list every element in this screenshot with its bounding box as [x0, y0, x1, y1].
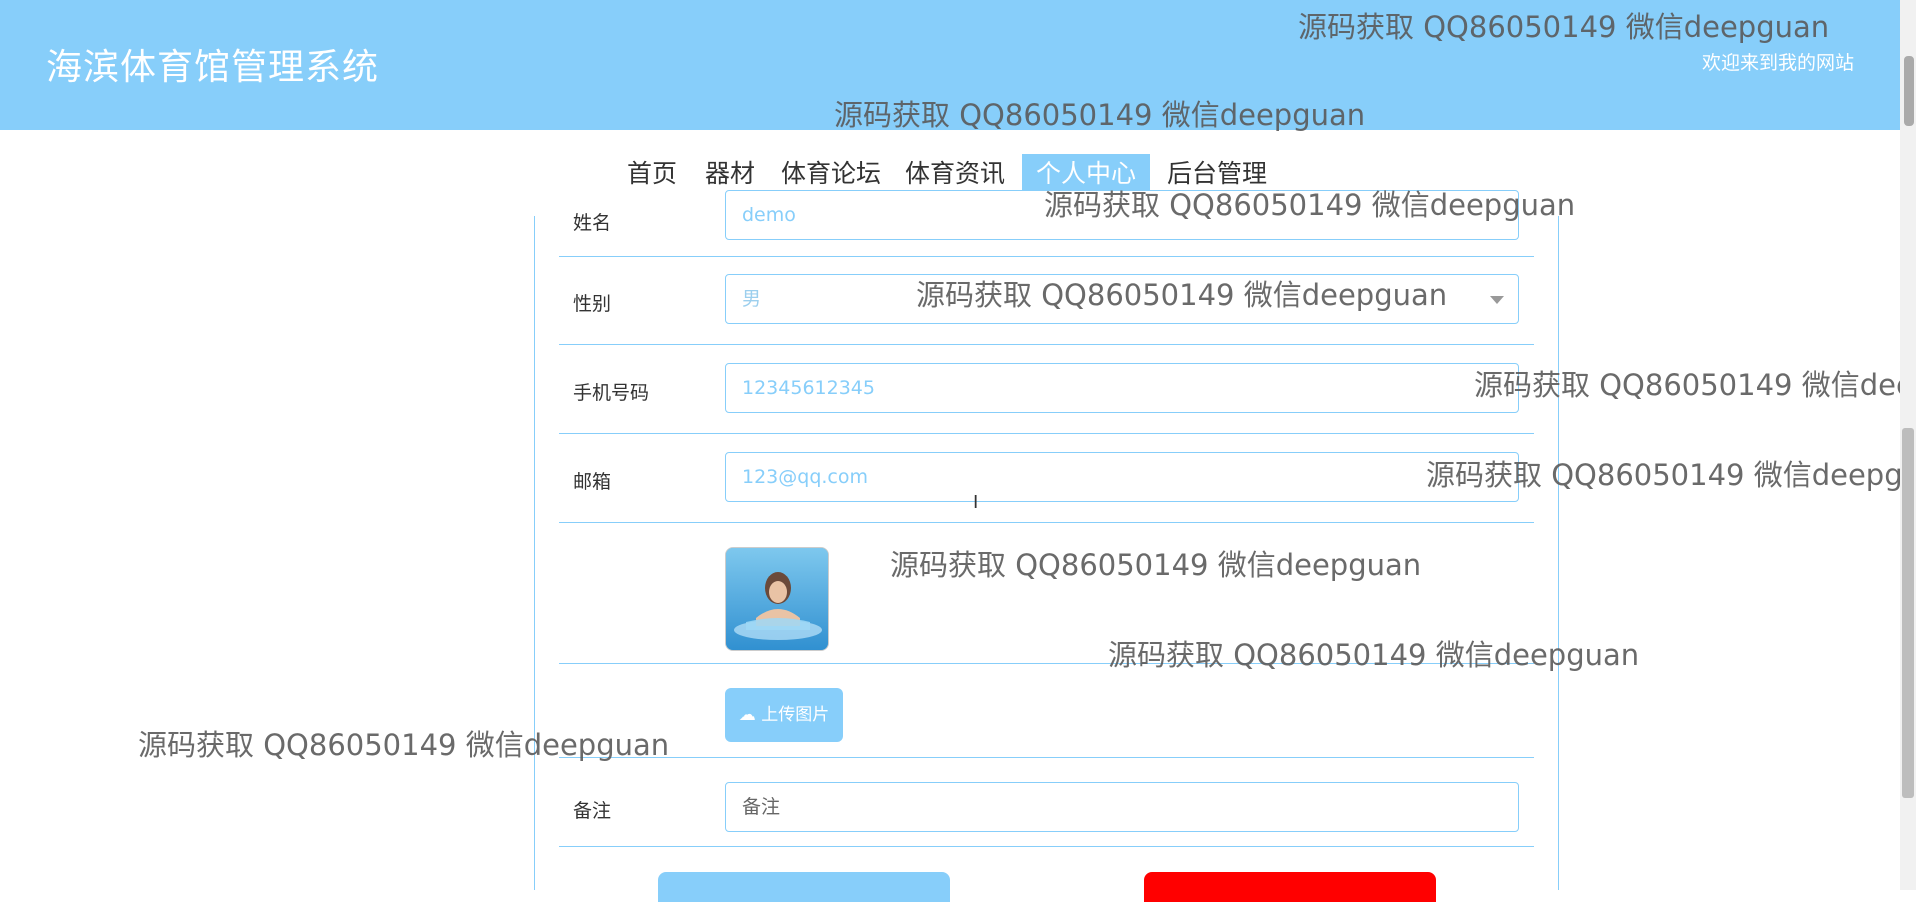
welcome-text: 欢迎来到我的网站	[1701, 52, 1854, 74]
phone-label: 手机号码	[573, 382, 650, 404]
remark-label: 备注	[573, 800, 612, 822]
email-label: 邮箱	[573, 471, 612, 493]
gender-label: 性别	[573, 293, 612, 315]
page-scrollbar[interactable]	[1900, 0, 1916, 890]
name-field[interactable]: demo	[725, 190, 1519, 240]
upload-button-label: 上传图片	[761, 705, 830, 725]
logout-button[interactable]	[1144, 872, 1436, 902]
scroll-indicator	[1904, 56, 1914, 126]
scroll-thumb[interactable]	[1902, 428, 1914, 798]
form-row-email: 邮箱 123@qq.com	[559, 434, 1534, 523]
submit-button[interactable]	[658, 872, 950, 902]
phone-field[interactable]: 12345612345	[725, 363, 1519, 413]
form-row-upload: ☁ 上传图片	[559, 664, 1534, 758]
gender-value: 男	[742, 288, 762, 310]
remark-field[interactable]: 备注	[725, 782, 1519, 832]
upload-image-button[interactable]: ☁ 上传图片	[725, 688, 843, 742]
form-row-gender: 性别 男	[559, 256, 1534, 345]
email-field[interactable]: 123@qq.com	[725, 452, 1519, 502]
name-label: 姓名	[573, 212, 612, 234]
site-title: 海滨体育馆管理系统	[46, 47, 380, 88]
chevron-down-icon	[1490, 296, 1504, 304]
avatar-image	[725, 547, 829, 651]
cloud-upload-icon: ☁	[738, 705, 756, 725]
profile-form: 姓名 demo 性别 男 手机号码 12345612345 邮箱 123@qq.…	[534, 190, 1559, 890]
form-row-avatar	[559, 523, 1534, 664]
form-row-remark: 备注 备注	[559, 758, 1534, 847]
nav-item-home[interactable]: 首页	[626, 154, 678, 218]
gender-select[interactable]: 男	[725, 274, 1519, 324]
text-cursor-icon: I	[973, 492, 979, 513]
avatar-photo	[726, 548, 828, 650]
form-row-phone: 手机号码 12345612345	[559, 345, 1534, 434]
form-row-name: 姓名 demo	[559, 190, 1534, 257]
site-header: 海滨体育馆管理系统 欢迎来到我的网站	[0, 0, 1900, 130]
